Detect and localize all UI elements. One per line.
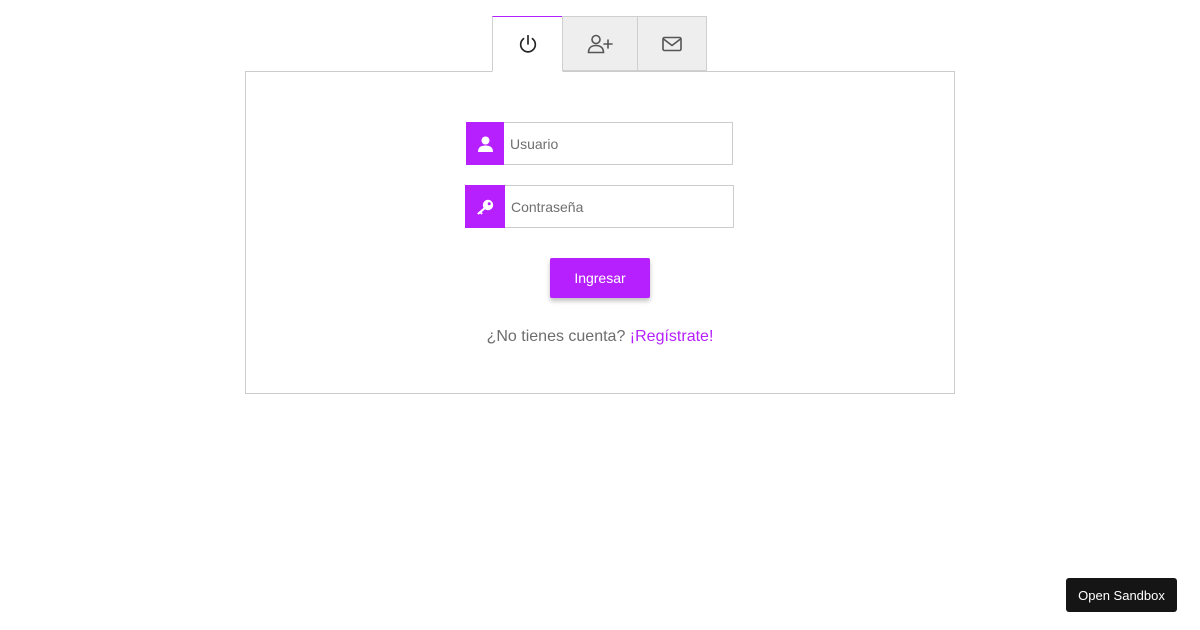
password-group	[465, 185, 734, 228]
user-plus-icon	[587, 34, 613, 53]
signup-prompt: ¿No tienes cuenta? ¡Regístrate!	[246, 328, 954, 346]
power-icon	[519, 34, 536, 53]
signup-link[interactable]: ¡Regístrate!	[630, 328, 714, 345]
open-sandbox-button[interactable]: Open Sandbox	[1066, 578, 1177, 612]
page: Ingresar ¿No tienes cuenta? ¡Regístrate!…	[0, 0, 1200, 630]
tab-login[interactable]	[492, 16, 563, 72]
tab-bar	[492, 16, 707, 72]
login-panel: Ingresar ¿No tienes cuenta? ¡Regístrate!	[245, 71, 955, 394]
key-icon	[477, 199, 494, 215]
tab-register[interactable]	[562, 16, 638, 71]
login-button[interactable]: Ingresar	[550, 258, 650, 298]
username-addon	[466, 122, 504, 165]
username-group	[466, 122, 733, 165]
envelope-icon	[662, 36, 682, 51]
username-input[interactable]	[504, 122, 733, 165]
signup-prompt-text: ¿No tienes cuenta?	[486, 328, 626, 345]
user-icon	[477, 136, 493, 152]
password-input[interactable]	[505, 185, 734, 228]
tab-contact[interactable]	[637, 16, 707, 71]
password-addon	[465, 185, 505, 228]
